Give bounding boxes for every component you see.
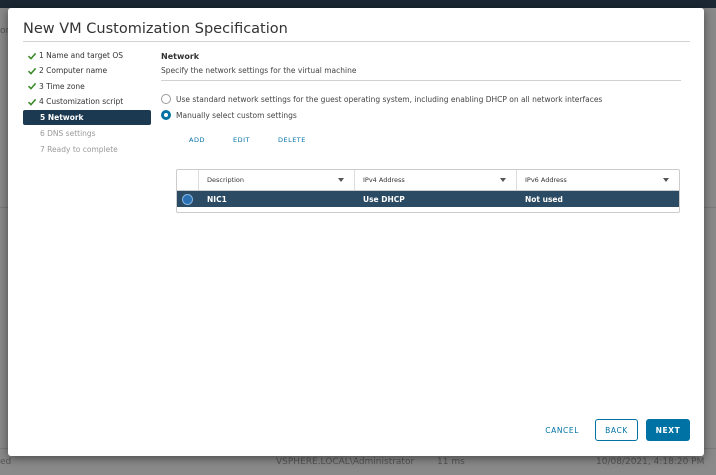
step-label: 2 Computer name (39, 66, 108, 76)
step-ready-to-complete: 7 Ready to complete (23, 142, 151, 157)
row-select-cell[interactable] (177, 191, 199, 207)
cancel-button[interactable]: CANCEL (545, 426, 579, 435)
filter-icon[interactable] (663, 178, 669, 182)
check-icon (27, 67, 37, 75)
background-row-duration: 11 ms (437, 457, 465, 467)
title-divider (23, 41, 690, 42)
next-button[interactable]: NEXT (646, 419, 690, 441)
column-header-ipv6[interactable]: IPv6 Address (517, 170, 679, 190)
step-computer-name[interactable]: 2 Computer name (23, 63, 151, 78)
column-label: IPv6 Address (525, 176, 567, 184)
cell-ipv4: Use DHCP (363, 194, 405, 204)
step-label: 3 Time zone (39, 81, 85, 91)
section-title: Network (161, 52, 200, 61)
step-network[interactable]: 5 Network (23, 110, 151, 126)
filter-icon[interactable] (500, 178, 506, 182)
step-label: 6 DNS settings (40, 129, 96, 139)
step-customization-script[interactable]: 4 Customization script (23, 94, 151, 109)
cell-description: NIC1 (207, 194, 227, 204)
step-time-zone[interactable]: 3 Time zone (23, 79, 151, 94)
option-label: Manually select custom settings (176, 110, 297, 120)
cell-ipv6: Not used (525, 194, 563, 204)
filter-icon[interactable] (338, 178, 344, 182)
option-label: Use standard network settings for the gu… (176, 94, 603, 104)
column-header-ipv4[interactable]: IPv4 Address (355, 170, 517, 190)
edit-button[interactable]: EDIT (233, 136, 250, 144)
table-row[interactable]: NIC1 Use DHCP Not used (177, 191, 679, 207)
radio-button[interactable] (161, 94, 171, 104)
check-icon (27, 83, 37, 90)
delete-button[interactable]: DELETE (278, 136, 306, 144)
grid-header: Description IPv4 Address IPv6 Address (177, 170, 679, 191)
grid-actions: ADD EDIT DELETE (189, 136, 681, 144)
column-label: IPv4 Address (363, 176, 405, 184)
dialog-title: New VM Customization Specification (23, 21, 288, 37)
wizard-steps: 1 Name and target OS 2 Computer name 3 T… (23, 48, 151, 157)
nic-grid: Description IPv4 Address IPv6 Address NI… (176, 169, 680, 213)
radio-button-selected[interactable] (161, 110, 171, 120)
step-label: 5 Network (40, 113, 84, 123)
standard-settings-option[interactable]: Use standard network settings for the gu… (161, 94, 681, 104)
select-column-header (177, 170, 199, 190)
step-dns-settings: 6 DNS settings (23, 126, 151, 141)
add-button[interactable]: ADD (189, 136, 205, 144)
background-row-user: VSPHERE.LOCAL\Administrator (276, 457, 415, 467)
column-header-description[interactable]: Description (199, 170, 355, 190)
section-description: Specify the network settings for the vir… (161, 66, 357, 75)
network-panel: Network Specify the network settings for… (161, 48, 681, 213)
back-button[interactable]: BACK (595, 419, 638, 441)
check-icon (27, 52, 37, 60)
step-label: 1 Name and target OS (39, 51, 124, 60)
app-header (0, 0, 716, 8)
background-row-time: 10/08/2021, 4:18:20 PM (596, 457, 705, 467)
background-row-status: ed (0, 457, 12, 467)
row-radio-button[interactable] (182, 193, 193, 205)
step-name-and-target-os[interactable]: 1 Name and target OS (23, 48, 151, 63)
dialog-footer: CANCEL BACK NEXT (545, 419, 690, 441)
step-label: 7 Ready to complete (40, 144, 118, 154)
column-label: Description (207, 176, 245, 184)
customization-wizard-dialog: New VM Customization Specification 1 Nam… (8, 8, 704, 456)
check-icon (27, 98, 37, 106)
section-divider (161, 80, 681, 81)
step-label: 4 Customization script (39, 96, 124, 106)
custom-settings-option[interactable]: Manually select custom settings (161, 110, 681, 120)
